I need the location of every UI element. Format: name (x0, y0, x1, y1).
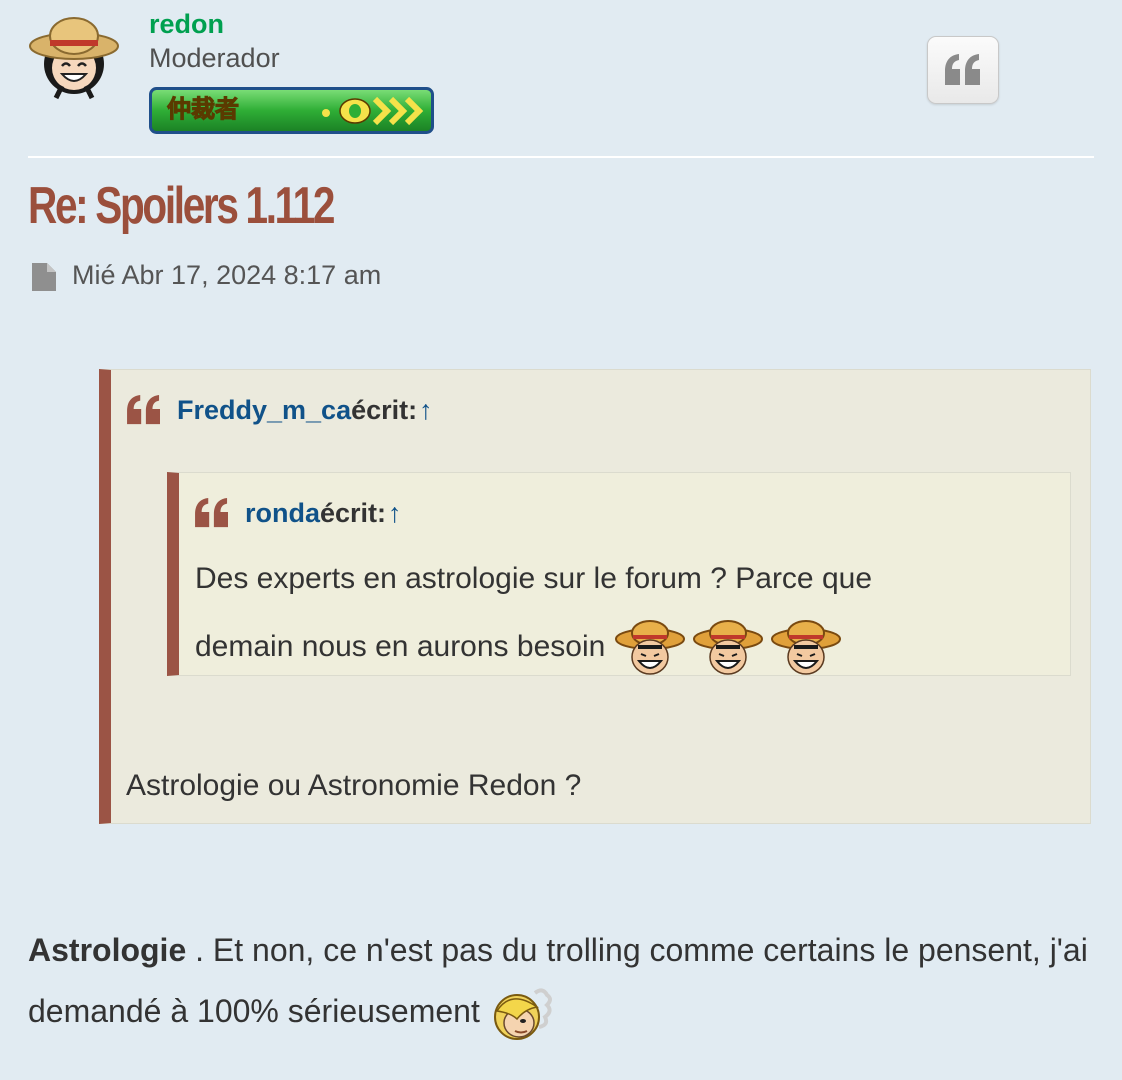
inner-quote-text: Des experts en astrologie sur le forum ?… (195, 545, 1045, 681)
quote-icon (945, 54, 980, 85)
post-date: Mié Abr 17, 2024 8:17 am (72, 260, 382, 290)
inner-quote-line-text: demain nous en aurons besoin (195, 630, 606, 663)
go-to-post-arrow[interactable]: ↑ (419, 395, 433, 426)
luffy-avatar-icon (29, 17, 119, 100)
post-body-bold: Astrologie (28, 932, 187, 968)
quote-button[interactable] (927, 36, 999, 104)
quote-header: Freddy_m_ca écrit: ↑ (125, 394, 433, 426)
quote-icon (195, 497, 228, 528)
luffy-laugh-icon (770, 617, 842, 679)
luffy-laugh-icon (692, 617, 764, 679)
quote-wrote-label: écrit: (351, 394, 418, 425)
author-username[interactable]: redon (149, 9, 224, 40)
quote-author-link[interactable]: Freddy_m_ca (177, 395, 351, 426)
rank-badge: 仲裁者 (149, 87, 434, 134)
quote-wrote-label: écrit: (320, 497, 387, 528)
post-body: Astrologie . Et non, ce n'est pas du tro… (28, 920, 1088, 1043)
quote-icon (127, 394, 160, 425)
inner-quote-line: Des experts en astrologie sur le forum ?… (195, 562, 873, 595)
go-to-post-arrow[interactable]: ↑ (388, 498, 402, 529)
inner-quote-line: demain nous en aurons besoin (195, 613, 1045, 681)
quote-author-link[interactable]: ronda (245, 498, 320, 529)
outer-quote-text: Astrologie ou Astronomie Redon ? (126, 769, 582, 802)
author-rank: Moderador (149, 43, 280, 73)
luffy-laugh-icon (614, 617, 686, 679)
avatar[interactable] (26, 8, 122, 104)
post-document-icon[interactable] (31, 262, 57, 292)
quote-header: ronda écrit: ↑ (193, 497, 402, 529)
post-title[interactable]: Re: Spoilers 1.112 (28, 176, 335, 236)
rank-badge-text: 仲裁者 (167, 95, 239, 123)
post-divider (28, 156, 1094, 158)
post-body-text: . Et non, ce n'est pas du trolling comme… (28, 932, 1088, 1029)
sanji-smoke-icon (489, 985, 555, 1043)
